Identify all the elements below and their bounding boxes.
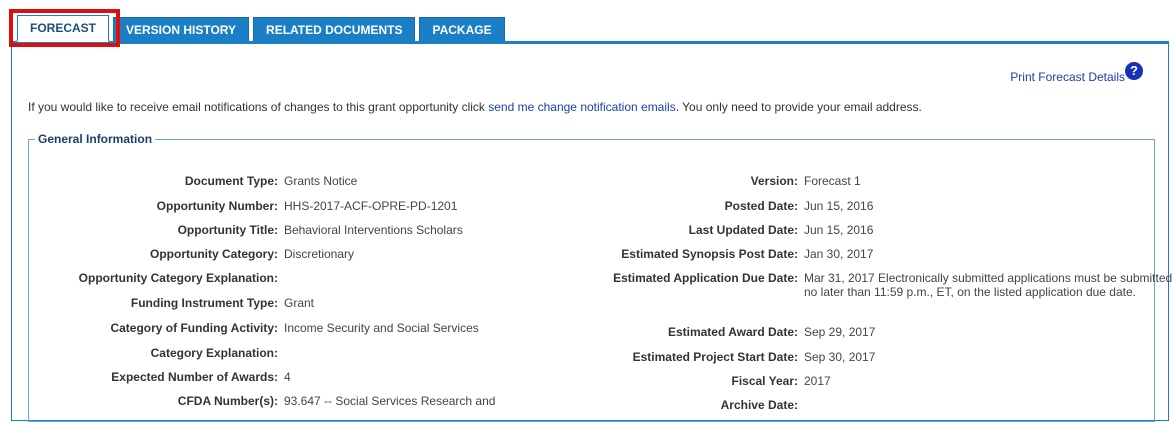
notification-text: If you would like to receive email notif…	[28, 100, 922, 114]
tab-bar: FORECAST VERSION HISTORY RELATED DOCUMEN…	[17, 15, 509, 42]
field-row: Estimated Award Date: Sep 29, 2017	[208, 325, 1173, 339]
field-label: Estimated Project Start Date:	[632, 350, 798, 364]
field-row: Version: Forecast 1	[208, 174, 1173, 188]
field-row: Last Updated Date: Jun 15, 2016	[208, 223, 1173, 237]
field-label: Estimated Synopsis Post Date:	[621, 247, 798, 261]
tab-forecast[interactable]: FORECAST	[17, 15, 109, 42]
send-change-notification-link[interactable]: send me change notification emails	[488, 100, 675, 114]
field-value: 2017	[804, 374, 831, 388]
tab-related-documents[interactable]: RELATED DOCUMENTS	[253, 17, 416, 42]
field-label: Version:	[750, 174, 798, 188]
tab-package[interactable]: PACKAGE	[419, 17, 505, 42]
notification-suffix: . You only need to provide your email ad…	[675, 100, 922, 114]
field-row: Archive Date:	[208, 398, 1173, 412]
field-label: Last Updated Date:	[688, 223, 798, 237]
print-forecast-details-link[interactable]: Print Forecast Details	[1010, 70, 1125, 84]
field-label: Estimated Application Due Date:	[613, 271, 798, 285]
field-value: Jun 15, 2016	[804, 199, 874, 213]
general-information-legend: General Information	[38, 132, 153, 146]
field-value: Mar 31, 2017 Electronically submitted ap…	[804, 271, 1173, 299]
tab-version-history[interactable]: VERSION HISTORY	[113, 17, 250, 42]
field-label: Archive Date:	[720, 398, 798, 412]
field-value: Jun 15, 2016	[804, 223, 874, 237]
field-row: Fiscal Year: 2017	[208, 374, 1173, 388]
help-icon[interactable]: ?	[1125, 62, 1143, 80]
field-label: Posted Date:	[724, 199, 798, 213]
field-label: Fiscal Year:	[731, 374, 799, 388]
field-value: Forecast 1	[804, 174, 861, 188]
field-value: Sep 30, 2017	[804, 350, 876, 364]
field-value: Jan 30, 2017	[804, 247, 874, 261]
field-row: Posted Date: Jun 15, 2016	[208, 199, 1173, 213]
field-row: Estimated Synopsis Post Date: Jan 30, 20…	[208, 247, 1173, 261]
notification-prefix: If you would like to receive email notif…	[28, 100, 489, 114]
field-row: Estimated Project Start Date: Sep 30, 20…	[208, 350, 1173, 364]
field-value: Sep 29, 2017	[804, 325, 876, 339]
field-label: Estimated Award Date:	[667, 325, 798, 339]
field-value	[804, 398, 1173, 412]
field-row: Estimated Application Due Date: Mar 31, …	[208, 271, 1173, 299]
